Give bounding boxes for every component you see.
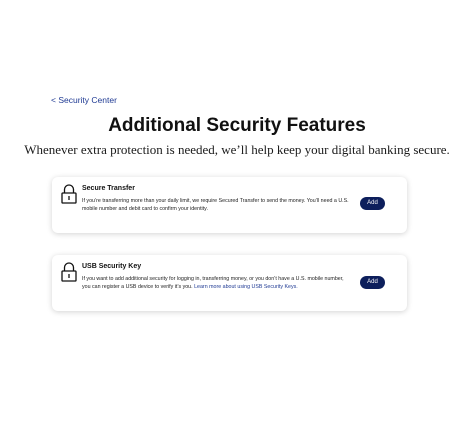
feature-card-usb-security-key: USB Security Key If you want to add addi… bbox=[52, 255, 407, 311]
feature-title: USB Security Key bbox=[82, 263, 142, 270]
lock-icon bbox=[61, 184, 77, 204]
security-center-back-link[interactable]: < Security Center bbox=[51, 95, 117, 105]
feature-description: If you’re transferring more than your da… bbox=[82, 198, 349, 212]
add-secure-transfer-button[interactable]: Add bbox=[360, 197, 385, 210]
learn-more-usb-keys-link[interactable]: Learn more about using USB Security Keys… bbox=[194, 284, 298, 290]
add-usb-security-key-button[interactable]: Add bbox=[360, 276, 385, 289]
page-subtitle: Whenever extra protection is needed, we’… bbox=[24, 142, 450, 157]
lock-icon bbox=[61, 262, 77, 282]
feature-title: Secure Transfer bbox=[82, 185, 135, 192]
feature-description: If you want to add additional security f… bbox=[82, 275, 350, 291]
feature-card-secure-transfer: Secure Transfer If you’re transferring m… bbox=[52, 177, 407, 233]
page-title: Additional Security Features bbox=[108, 115, 366, 136]
